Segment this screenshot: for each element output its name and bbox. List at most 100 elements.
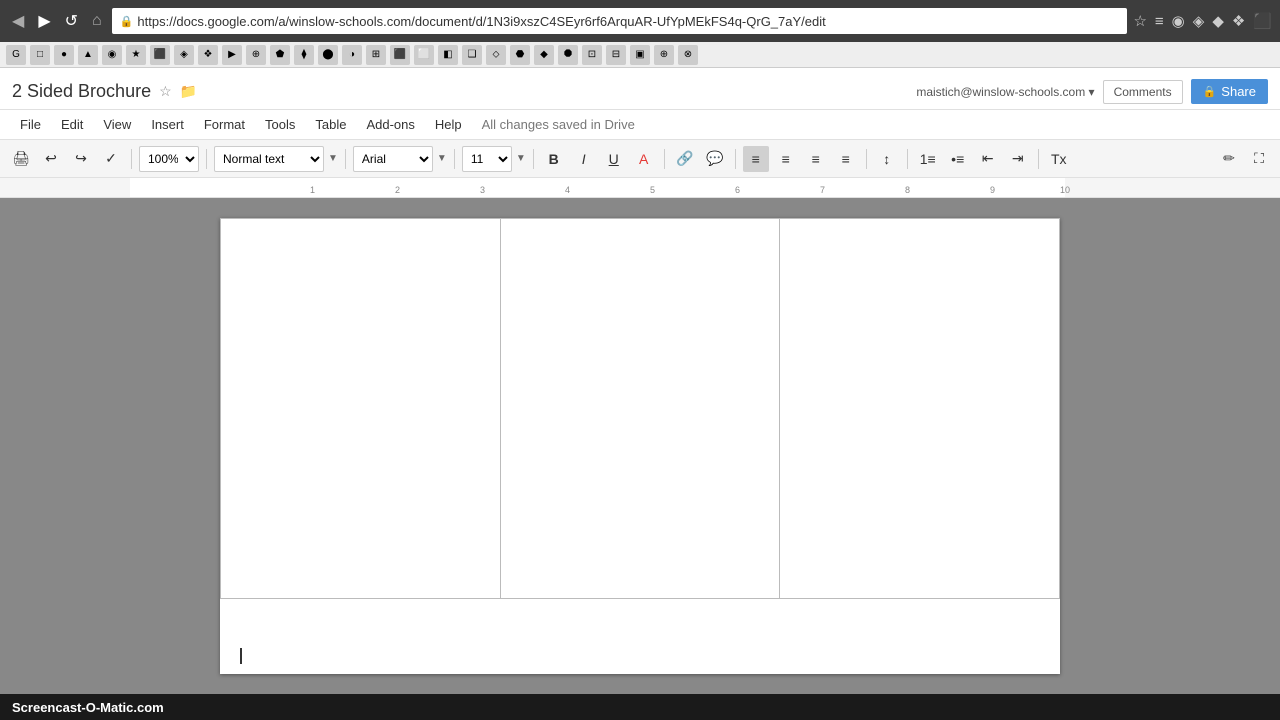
ext-icon-3[interactable]: ●: [54, 45, 74, 65]
toolbar-divider-1: [131, 149, 132, 169]
spellcheck-button[interactable]: ✓: [98, 146, 124, 172]
ext-icon-21[interactable]: ⬦: [486, 45, 506, 65]
ext-icon-10[interactable]: ▶: [222, 45, 242, 65]
ext-icon-16[interactable]: ⊞: [366, 45, 386, 65]
status-bar: Screencast-O-Matic.com: [0, 694, 1280, 720]
edit-mode-button[interactable]: ✏: [1216, 146, 1242, 172]
star-icon[interactable]: ☆: [159, 83, 172, 100]
ext-icon-13[interactable]: ⧫: [294, 45, 314, 65]
ext-icon-4[interactable]: ▲: [78, 45, 98, 65]
browser-chrome: ◀ ▶ ↺ ⌂ 🔒 https://docs.google.com/a/wins…: [0, 0, 1280, 42]
print-button[interactable]: 🖨: [8, 146, 34, 172]
ext-icon-11[interactable]: ⊕: [246, 45, 266, 65]
header-right: maistich@winslow-schools.com ▾ Comments …: [916, 79, 1268, 104]
home-button[interactable]: ⌂: [88, 8, 106, 34]
expand-button[interactable]: ⛶: [1246, 146, 1272, 172]
browser-icon-4: ❖: [1232, 12, 1245, 30]
address-bar[interactable]: 🔒 https://docs.google.com/a/winslow-scho…: [112, 8, 1128, 34]
font-dropdown-icon: ▼: [437, 153, 447, 164]
ext-icon-14[interactable]: ⬤: [318, 45, 338, 65]
table-cell-3[interactable]: [780, 219, 1060, 599]
menu-addons[interactable]: Add-ons: [358, 114, 422, 135]
ext-icon-19[interactable]: ◧: [438, 45, 458, 65]
ext-icon-1[interactable]: G: [6, 45, 26, 65]
align-left-button[interactable]: ≡: [743, 146, 769, 172]
document-area[interactable]: [0, 198, 1280, 694]
ext-icon-22[interactable]: ⬣: [510, 45, 530, 65]
underline-button[interactable]: U: [601, 146, 627, 172]
back-button[interactable]: ◀: [8, 7, 28, 35]
ext-icon-5[interactable]: ◉: [102, 45, 122, 65]
decrease-indent-button[interactable]: ⇤: [975, 146, 1001, 172]
redo-button[interactable]: ↪: [68, 146, 94, 172]
menu-bar: File Edit View Insert Format Tools Table…: [0, 110, 1280, 140]
insert-comment-button[interactable]: 💬: [702, 146, 728, 172]
ext-icon-15[interactable]: ◑: [342, 45, 362, 65]
doc-title-area: 2 Sided Brochure ☆ 📁: [12, 81, 197, 102]
italic-button[interactable]: I: [571, 146, 597, 172]
ruler-inner: 1 2 3 4 5 6 7 8 9 10: [0, 178, 1280, 197]
document-table[interactable]: [220, 218, 1060, 599]
insert-link-button[interactable]: 🔗: [672, 146, 698, 172]
font-size-select[interactable]: 11: [462, 146, 512, 172]
table-cell-1[interactable]: [221, 219, 501, 599]
toolbar: 🖨 ↩ ↪ ✓ 100% Normal text ▼ Arial ▼ 11 ▼ …: [0, 140, 1280, 178]
menu-help[interactable]: Help: [427, 114, 470, 135]
menu-file[interactable]: File: [12, 114, 49, 135]
forward-button[interactable]: ▶: [34, 7, 54, 35]
bookmark-star-icon[interactable]: ☆: [1133, 12, 1146, 30]
menu-format[interactable]: Format: [196, 114, 253, 135]
zoom-select[interactable]: 100%: [139, 146, 199, 172]
ext-icon-7[interactable]: ⬛: [150, 45, 170, 65]
justify-button[interactable]: ≡: [833, 146, 859, 172]
align-center-button[interactable]: ≡: [773, 146, 799, 172]
comments-button[interactable]: Comments: [1103, 80, 1183, 104]
menu-insert[interactable]: Insert: [143, 114, 192, 135]
increase-indent-button[interactable]: ⇥: [1005, 146, 1031, 172]
ext-icon-8[interactable]: ◈: [174, 45, 194, 65]
page[interactable]: [220, 218, 1060, 674]
undo-button[interactable]: ↩: [38, 146, 64, 172]
ext-icon-24[interactable]: ⯃: [558, 45, 578, 65]
browser-menu-icon[interactable]: ≡: [1155, 13, 1164, 30]
font-select[interactable]: Arial: [353, 146, 433, 172]
ext-icon-18[interactable]: ⬜: [414, 45, 434, 65]
share-button[interactable]: 🔒 Share: [1191, 79, 1268, 104]
ruler-mark-3: 3: [480, 185, 485, 195]
ruler-mark-4: 4: [565, 185, 570, 195]
text-color-button[interactable]: A: [631, 146, 657, 172]
ext-icon-17[interactable]: ⬛: [390, 45, 410, 65]
clear-formatting-button[interactable]: Tx: [1046, 146, 1072, 172]
ruler: 1 2 3 4 5 6 7 8 9 10: [0, 178, 1280, 198]
user-email[interactable]: maistich@winslow-schools.com ▾: [916, 85, 1094, 99]
style-dropdown-icon: ▼: [328, 153, 338, 164]
line-spacing-button[interactable]: ↕: [874, 146, 900, 172]
ext-icon-29[interactable]: ⊗: [678, 45, 698, 65]
ext-icon-28[interactable]: ⊕: [654, 45, 674, 65]
menu-tools[interactable]: Tools: [257, 114, 303, 135]
ext-icon-12[interactable]: ⬟: [270, 45, 290, 65]
menu-view[interactable]: View: [95, 114, 139, 135]
bulleted-list-button[interactable]: •≡: [945, 146, 971, 172]
ext-icon-23[interactable]: ◆: [534, 45, 554, 65]
ext-icon-20[interactable]: ❑: [462, 45, 482, 65]
ext-icon-25[interactable]: ⊡: [582, 45, 602, 65]
style-select[interactable]: Normal text: [214, 146, 324, 172]
text-cursor: [240, 648, 242, 664]
ruler-mark-7: 7: [820, 185, 825, 195]
ext-icon-26[interactable]: ⊟: [606, 45, 626, 65]
menu-table[interactable]: Table: [307, 114, 354, 135]
bold-button[interactable]: B: [541, 146, 567, 172]
ext-icon-6[interactable]: ★: [126, 45, 146, 65]
lock-icon: 🔒: [1203, 85, 1217, 98]
text-cursor-area: [240, 648, 242, 664]
ext-icon-27[interactable]: ▣: [630, 45, 650, 65]
folder-icon[interactable]: 📁: [180, 83, 197, 100]
numbered-list-button[interactable]: 1≡: [915, 146, 941, 172]
ext-icon-9[interactable]: ❖: [198, 45, 218, 65]
table-cell-2[interactable]: [500, 219, 780, 599]
align-right-button[interactable]: ≡: [803, 146, 829, 172]
reload-button[interactable]: ↺: [61, 7, 82, 35]
ext-icon-2[interactable]: □: [30, 45, 50, 65]
menu-edit[interactable]: Edit: [53, 114, 91, 135]
